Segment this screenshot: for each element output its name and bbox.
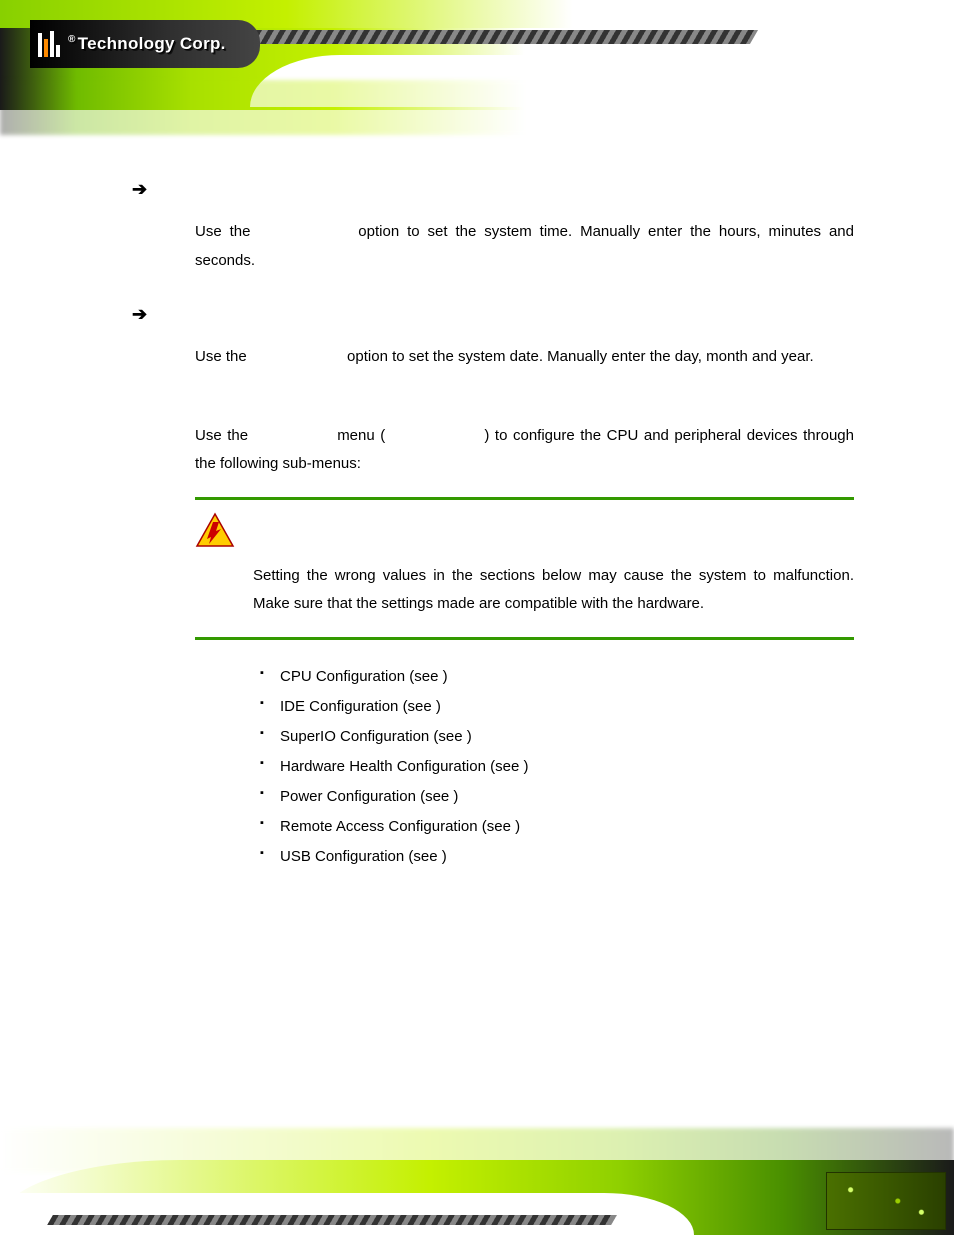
intro-post: ) to configure the CPU and peripheral de…	[195, 427, 854, 473]
intro-mid: menu (	[332, 427, 391, 444]
brand-logo-box: ®Technology Corp.	[30, 20, 260, 68]
list-item: CPU Configuration (see )	[260, 662, 854, 692]
list-item-label: CPU Configuration (see )	[280, 668, 448, 685]
section-intro: Use the menu ( ) to configure the CPU an…	[195, 422, 854, 479]
list-item: Power Configuration (see )	[260, 782, 854, 812]
list-item: SuperIO Configuration (see )	[260, 722, 854, 752]
time-body-post: option to set the system time. Manually …	[195, 223, 854, 269]
list-item-label: USB Configuration (see )	[280, 848, 447, 865]
arrow-item-time	[132, 172, 854, 206]
arrow-item-date	[132, 297, 854, 331]
footer-stripe	[47, 1215, 617, 1225]
list-item: USB Configuration (see )	[260, 842, 854, 872]
footer-white-curve	[0, 1193, 694, 1235]
list-item: Hardware Health Configuration (see )	[260, 752, 854, 782]
list-item: Remote Access Configuration (see )	[260, 812, 854, 842]
date-body-post: option to set the system date. Manually …	[343, 348, 814, 365]
pcb-texture-right	[826, 1172, 946, 1230]
header-reflection	[0, 80, 954, 135]
list-item-label: Power Configuration (see )	[280, 788, 458, 805]
list-item-label: SuperIO Configuration (see )	[280, 728, 472, 745]
brand-logo-text: ®Technology Corp.	[68, 34, 226, 54]
page-content: Use the option to set the system time. M…	[140, 150, 854, 1105]
submenu-list: CPU Configuration (see ) IDE Configurati…	[260, 662, 854, 872]
list-item: IDE Configuration (see )	[260, 692, 854, 722]
date-body-pre: Use the	[195, 348, 251, 365]
list-item-label: Remote Access Configuration (see )	[280, 818, 520, 835]
warning-text: Setting the wrong values in the sections…	[253, 562, 854, 619]
brand-name: Technology Corp.	[78, 34, 226, 53]
item-time-body: Use the option to set the system time. M…	[195, 218, 854, 275]
list-item-label: IDE Configuration (see )	[280, 698, 441, 715]
item-date-body: Use the option to set the system date. M…	[195, 343, 854, 372]
footer-band	[0, 1135, 954, 1235]
warning-box: Setting the wrong values in the sections…	[195, 497, 854, 640]
list-item-label: Hardware Health Configuration (see )	[280, 758, 528, 775]
intro-pre: Use the	[195, 427, 254, 444]
brand-logo-icon	[38, 31, 60, 57]
warning-header	[195, 512, 854, 548]
time-body-pre: Use the	[195, 223, 258, 240]
warning-icon	[195, 512, 235, 548]
registered-mark: ®	[68, 34, 76, 45]
